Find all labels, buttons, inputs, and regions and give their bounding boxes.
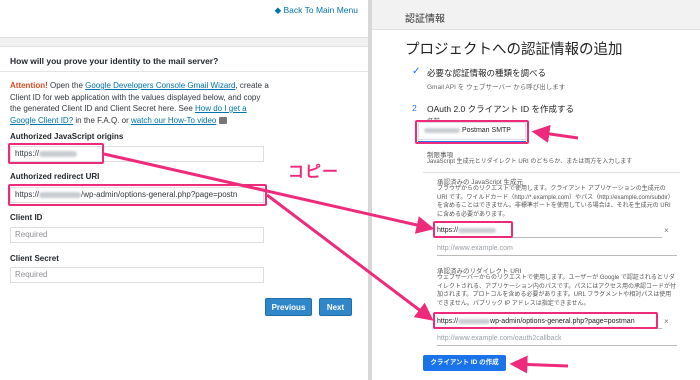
arrow-origins-to-js-origin <box>103 152 435 234</box>
arrow-redirect-to-redirect-entry <box>266 193 434 321</box>
annotation-arrows <box>103 124 579 374</box>
arrow-to-client-name <box>531 124 579 143</box>
arrow-to-create-button <box>509 355 569 374</box>
